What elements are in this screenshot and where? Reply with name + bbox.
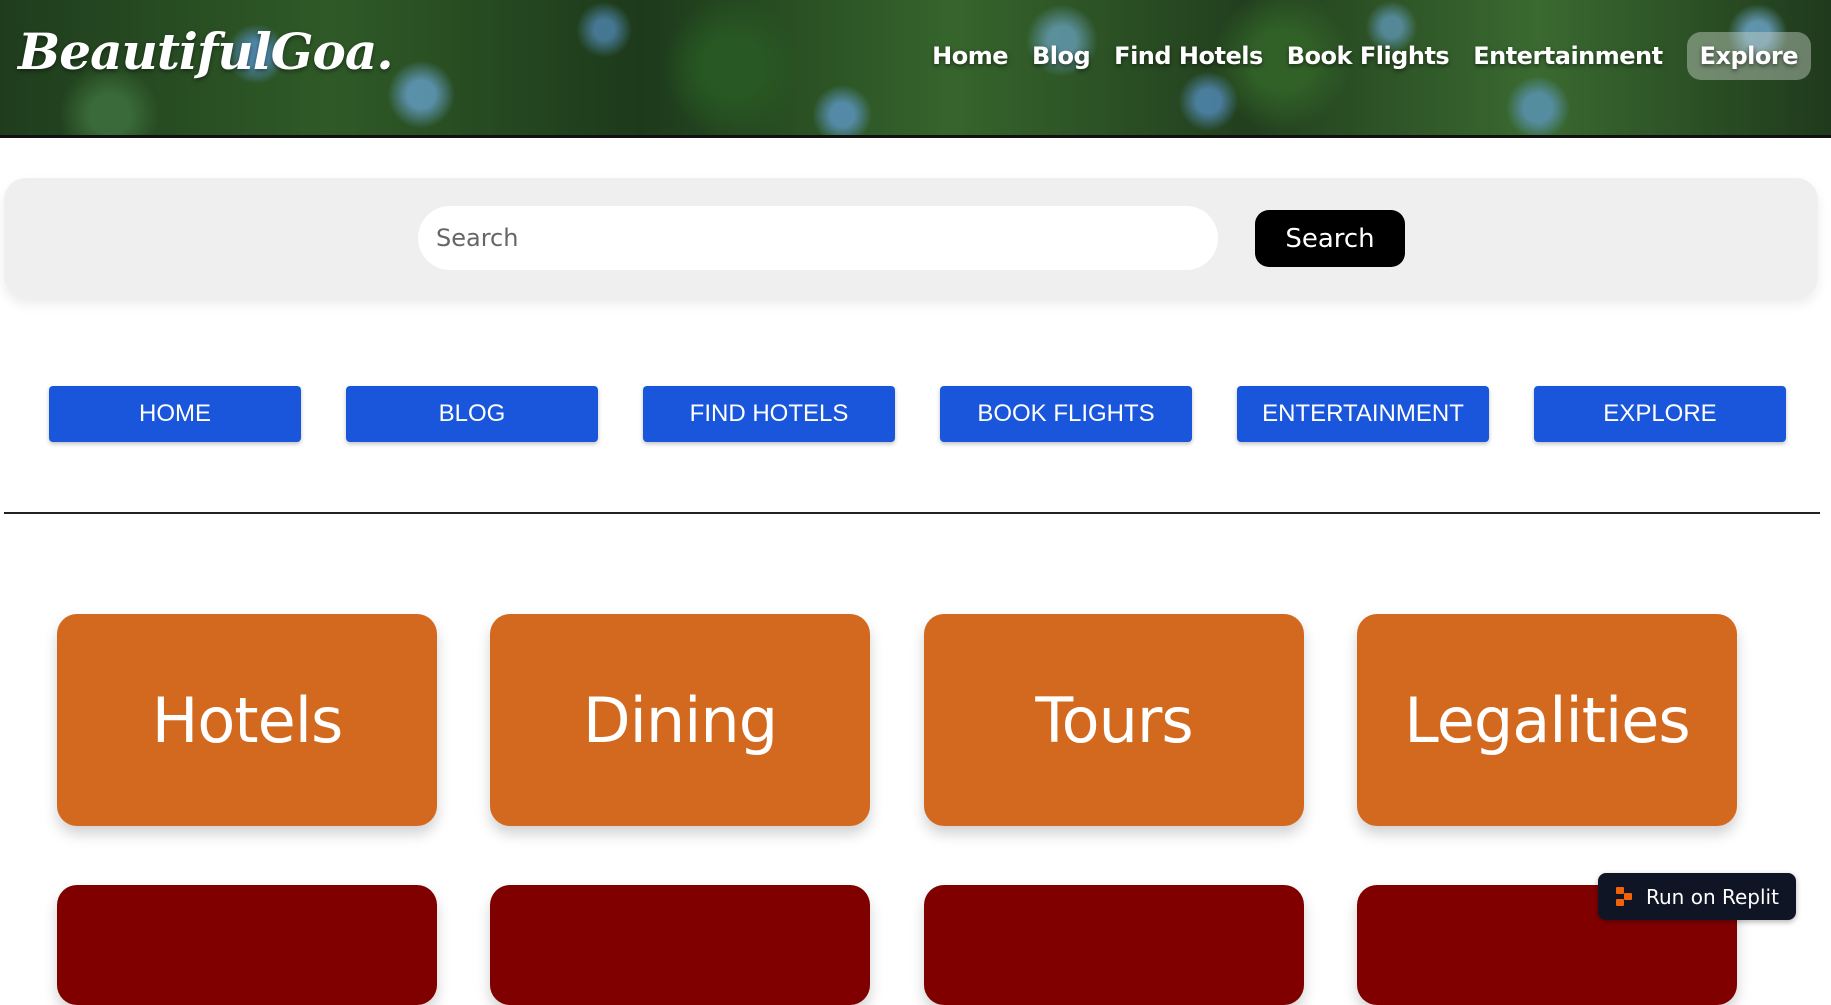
top-nav-blog[interactable]: Blog — [1032, 42, 1091, 70]
top-nav-home[interactable]: Home — [932, 42, 1008, 70]
nav-button-explore[interactable]: EXPLORE — [1534, 386, 1786, 442]
replit-icon — [1616, 886, 1636, 907]
nav-button-book-flights[interactable]: BOOK FLIGHTS — [940, 386, 1192, 442]
search-input[interactable] — [418, 206, 1218, 270]
card-hotels[interactable]: Hotels — [57, 614, 437, 826]
top-nav-entertainment[interactable]: Entertainment — [1473, 42, 1663, 70]
section-divider — [4, 512, 1820, 514]
nav-button-entertainment[interactable]: ENTERTAINMENT — [1237, 386, 1489, 442]
nav-button-find-hotels[interactable]: FIND HOTELS — [643, 386, 895, 442]
site-logo[interactable]: BeautifulGoa. — [18, 22, 394, 81]
search-button[interactable]: Search — [1255, 210, 1405, 267]
replit-label: Run on Replit — [1646, 884, 1779, 909]
search-panel: Search — [4, 178, 1818, 298]
top-nav-find-hotels[interactable]: Find Hotels — [1114, 42, 1263, 70]
card-row2-1[interactable] — [57, 885, 437, 1005]
nav-button-home[interactable]: HOME — [49, 386, 301, 442]
top-nav-explore[interactable]: Explore — [1686, 32, 1811, 80]
card-dining[interactable]: Dining — [490, 614, 870, 826]
button-nav: HOME BLOG FIND HOTELS BOOK FLIGHTS ENTER… — [49, 386, 1786, 442]
card-row2-2[interactable] — [490, 885, 870, 1005]
top-nav: Home Blog Find Hotels Book Flights Enter… — [932, 32, 1811, 80]
nav-button-blog[interactable]: BLOG — [346, 386, 598, 442]
hero-header: BeautifulGoa. Home Blog Find Hotels Book… — [0, 0, 1831, 138]
card-row2-3[interactable] — [924, 885, 1304, 1005]
top-nav-book-flights[interactable]: Book Flights — [1287, 42, 1450, 70]
run-on-replit-button[interactable]: Run on Replit — [1598, 873, 1796, 920]
card-legalities[interactable]: Legalities — [1357, 614, 1737, 826]
card-tours[interactable]: Tours — [924, 614, 1304, 826]
